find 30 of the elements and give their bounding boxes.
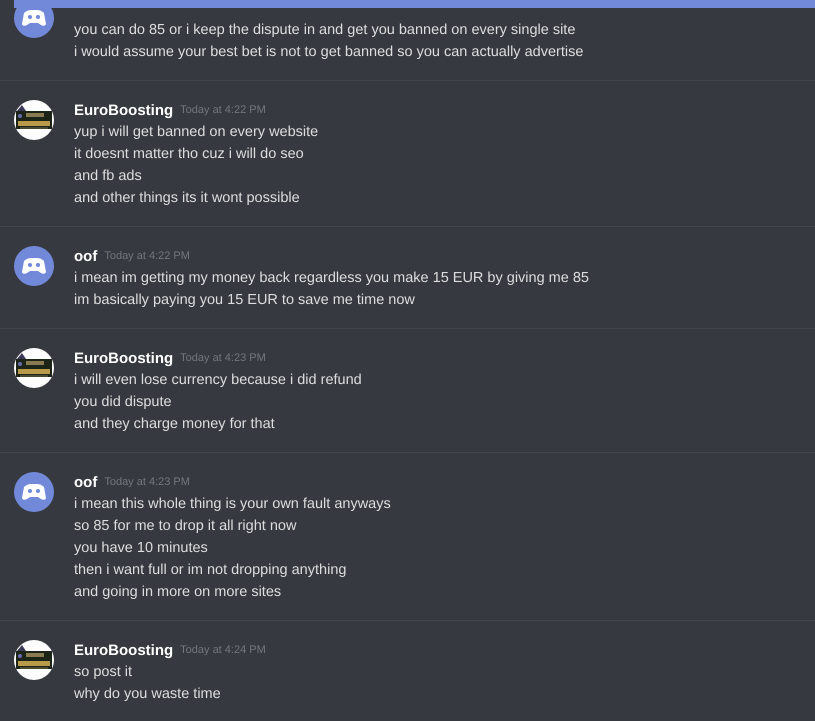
timestamp: Today at 4:23 PM: [180, 352, 266, 364]
message-text: and other things its it wont possible: [74, 189, 301, 208]
message-text: why do you waste time: [74, 685, 222, 704]
author-name[interactable]: EuroBoosting: [74, 642, 174, 658]
message-text: you have 10 minutes: [74, 539, 209, 558]
message-text: it doesnt matter tho cuz i will do seo: [74, 145, 305, 164]
author-name[interactable]: oof: [74, 248, 98, 264]
timestamp: Today at 4:22 PM: [104, 250, 190, 262]
message-text: yup i will get banned on every website: [74, 123, 320, 142]
message-text: so 85 for me to drop it all right now: [74, 517, 298, 536]
message-text: and fb ads: [74, 167, 143, 186]
timestamp: Today at 4:24 PM: [180, 644, 266, 656]
message-text: i mean this whole thing is your own fault anyways: [74, 495, 392, 514]
message-text: then i want full or im not dropping anything: [74, 561, 348, 580]
message-text: so post it: [74, 663, 134, 682]
message-text: you did dispute: [74, 393, 173, 412]
message-text: you can do 85 or i keep the dispute in and get you banned on every single site: [74, 21, 576, 40]
author-name[interactable]: oof: [74, 474, 98, 490]
message-text: im basically paying you 15 EUR to save me time now: [74, 291, 416, 310]
author-name[interactable]: EuroBoosting: [74, 102, 174, 118]
timestamp: Today at 4:23 PM: [104, 476, 190, 488]
timestamp: Today at 4:22 PM: [180, 104, 266, 116]
message-text: i mean im getting my money back regardless you make 15 EUR by giving me 85: [74, 269, 590, 288]
default-avatar-icon[interactable]: [14, 472, 54, 512]
message-text: and they charge money for that: [74, 415, 276, 434]
author-name[interactable]: EuroBoosting: [74, 350, 174, 366]
default-avatar-icon[interactable]: [14, 246, 54, 286]
message-text: i will even lose currency because i did refund: [74, 371, 363, 390]
message-text: and going in more on more sites: [74, 583, 282, 602]
message-text: i would assume your best bet is not to get banned so you can actually advertise: [74, 43, 584, 62]
